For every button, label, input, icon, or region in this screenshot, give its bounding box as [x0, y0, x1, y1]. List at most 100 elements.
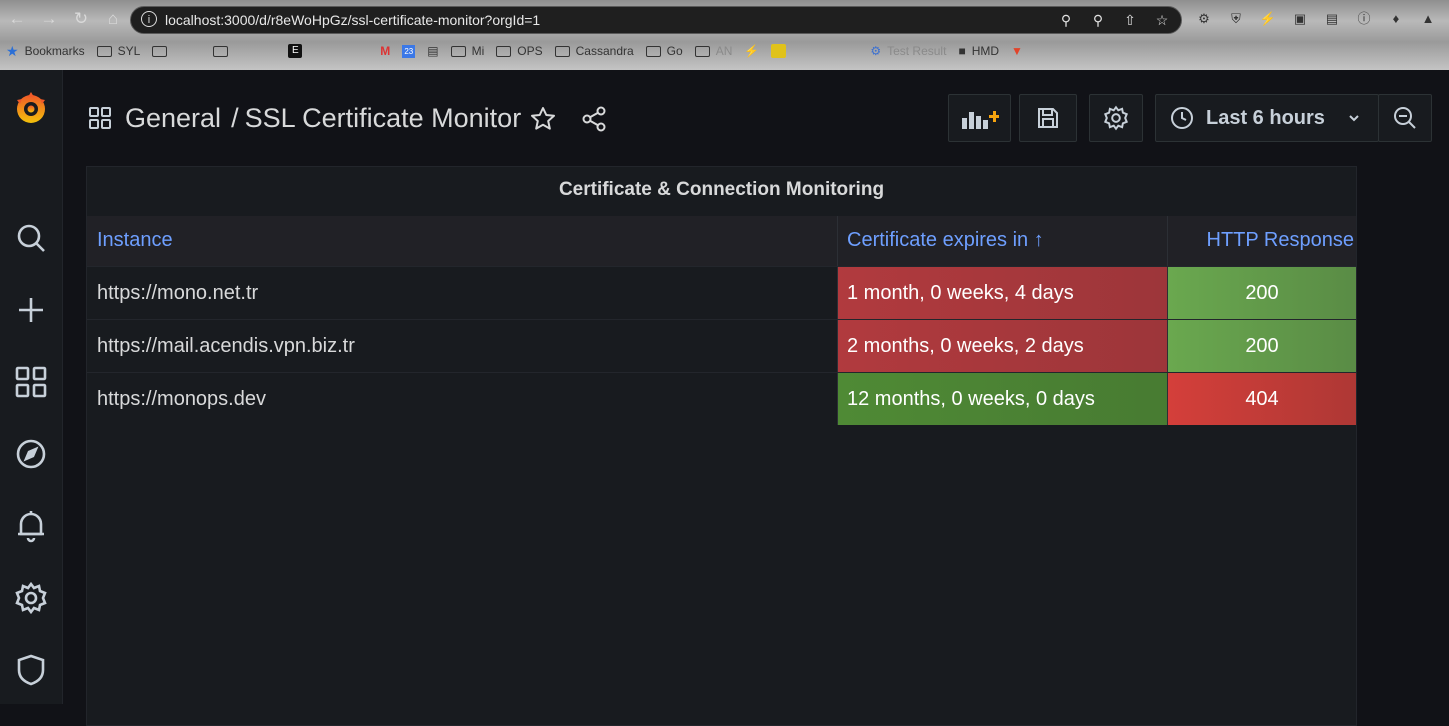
zoom-out-button[interactable] — [1378, 94, 1432, 142]
share-page-icon[interactable]: ⇧ — [1121, 11, 1139, 29]
star-icon: ★ — [6, 42, 19, 59]
server-admin-shield-icon[interactable] — [0, 650, 62, 690]
page-title[interactable]: SSL Certificate Monitor — [245, 103, 522, 133]
bolt-icon: ⚡ — [744, 44, 760, 58]
shield-extension-icon[interactable]: ⛨ — [1227, 10, 1245, 28]
bookmark-label: OPS — [517, 44, 543, 58]
table-row: https://mail.acendis.vpn.biz.tr 2 months… — [87, 319, 1356, 372]
create-plus-icon[interactable] — [0, 290, 62, 330]
bookmark-item[interactable]: E — [288, 44, 303, 58]
breadcrumb-folder[interactable]: General — [125, 103, 221, 133]
folder-icon — [213, 45, 229, 57]
dashboard-topbar: General / SSL Certificate Monitor Last 6 h… — [62, 70, 1449, 166]
bookmark-item[interactable]: ⚡ — [744, 44, 759, 58]
browser-chrome: ← → ↻ ⌂ i localhost:3000/d/r8eWoHpGz/ssl… — [0, 0, 1449, 70]
info-extension-icon[interactable]: ⓘ — [1355, 10, 1373, 28]
zoom-icon[interactable]: ⚲ — [1089, 11, 1107, 29]
panel-title[interactable]: Certificate & Connection Monitoring — [87, 179, 1356, 201]
instance-cell: https://mail.acendis.vpn.biz.tr — [87, 320, 838, 372]
home-icon[interactable]: ⌂ — [102, 8, 124, 30]
bookmark-item[interactable]: 23 — [402, 44, 416, 58]
bookmark-item[interactable]: SYL — [96, 44, 141, 58]
site-info-icon[interactable]: i — [141, 11, 157, 27]
favorite-star-icon[interactable] — [530, 106, 556, 137]
configuration-gear-icon[interactable] — [0, 578, 62, 618]
bookmark-item[interactable] — [213, 45, 229, 57]
table-row: https://mono.net.tr 1 month, 0 weeks, 4 … — [87, 266, 1356, 319]
cast-icon[interactable]: ▣ — [1291, 10, 1309, 28]
save-icon — [1038, 108, 1058, 128]
bookmark-item[interactable]: M — [380, 44, 390, 58]
bookmark-label: Mi — [471, 44, 485, 58]
profile-icon[interactable]: ▲ — [1419, 10, 1437, 28]
bookmark-item[interactable]: Go — [645, 44, 683, 58]
zoom-out-icon — [1394, 107, 1416, 129]
alerting-bell-icon[interactable] — [0, 506, 62, 546]
folder-icon — [694, 45, 710, 57]
http-response-cell: 200 — [1168, 320, 1356, 372]
bolt-extension-icon[interactable]: ⚡ — [1259, 10, 1277, 28]
add-panel-icon — [961, 111, 999, 129]
bookmark-item[interactable]: ⚙ Test Result — [870, 44, 946, 58]
bookmark-label: Test Result — [887, 44, 947, 58]
folder-icon — [96, 45, 112, 57]
bookmark-star-icon[interactable]: ☆ — [1153, 11, 1171, 29]
bookmark-item[interactable] — [771, 44, 787, 58]
instance-cell: https://mono.net.tr — [87, 267, 838, 319]
address-url[interactable]: localhost:3000/d/r8eWoHpGz/ssl-certifica… — [165, 12, 540, 28]
address-bar[interactable]: i localhost:3000/d/r8eWoHpGz/ssl-certifi… — [130, 6, 1182, 34]
folder-icon — [496, 45, 512, 57]
back-icon[interactable]: ← — [6, 8, 28, 30]
time-range-picker[interactable]: Last 6 hours — [1155, 94, 1379, 142]
bookmark-item[interactable]: AN — [694, 44, 733, 58]
forward-icon[interactable]: → — [38, 8, 60, 30]
bookmark-item[interactable]: Mi — [450, 44, 485, 58]
explore-compass-icon[interactable] — [0, 434, 62, 474]
bookmark-label: AN — [715, 44, 733, 58]
puzzle-icon[interactable]: ♦ — [1387, 10, 1405, 28]
bookmark-item[interactable]: ■ HMD — [958, 44, 999, 58]
add-panel-button[interactable] — [948, 94, 1011, 142]
bookmark-item[interactable]: OPS — [496, 44, 543, 58]
column-header-http-response[interactable]: HTTP Response — [1168, 216, 1356, 266]
dashboard-settings-button[interactable] — [1089, 94, 1143, 142]
share-icon[interactable] — [581, 106, 607, 137]
bookmark-item[interactable]: ▼ — [1011, 44, 1023, 58]
grafana-logo-icon[interactable] — [0, 88, 62, 128]
column-header-cert-expiry[interactable]: Certificate expires in ↑ — [838, 216, 1168, 266]
data-table: Instance Certificate expires in ↑ HTTP R… — [87, 216, 1356, 425]
bookmark-label: SYL — [117, 44, 141, 58]
table-header: Instance Certificate expires in ↑ HTTP R… — [87, 216, 1356, 266]
app-icon: E — [288, 44, 303, 58]
gitlab-icon: ▼ — [1011, 44, 1023, 58]
save-dashboard-button[interactable] — [1019, 94, 1077, 142]
time-range-label: Last 6 hours — [1206, 106, 1325, 129]
search-icon[interactable] — [0, 218, 62, 258]
instance-cell: https://monops.dev — [87, 373, 838, 425]
doc-icon: ■ — [958, 44, 966, 58]
bookmark-label: HMD — [971, 44, 1000, 58]
bookmark-item[interactable]: ▤ — [427, 44, 438, 58]
address-bar-actions: ⚲ ⚲ ⇧ ☆ — [1057, 11, 1171, 29]
bookmark-item[interactable]: Cassandra — [554, 44, 634, 58]
reload-icon[interactable]: ↻ — [70, 8, 92, 30]
chevron-down-icon — [1349, 115, 1359, 122]
table-row: https://monops.dev 12 months, 0 weeks, 0… — [87, 372, 1356, 425]
column-header-instance[interactable]: Instance — [87, 216, 838, 266]
dashboards-icon[interactable] — [0, 362, 62, 402]
bookmark-label: Go — [666, 44, 683, 58]
doc-extension-icon[interactable]: ▤ — [1323, 10, 1341, 28]
breadcrumb: General / SSL Certificate Monitor — [125, 103, 521, 134]
folder-icon — [450, 45, 466, 57]
cert-expiry-cell: 12 months, 0 weeks, 0 days — [838, 373, 1168, 425]
bookmark-label: Bookmarks — [24, 44, 85, 58]
bookmark-item[interactable] — [152, 45, 168, 57]
http-response-cell: 200 — [1168, 267, 1356, 319]
key-icon[interactable]: ⚲ — [1057, 11, 1075, 29]
doc-icon: ▤ — [427, 44, 439, 58]
app-icon — [771, 44, 787, 58]
extension-1-icon[interactable]: ⚙ — [1195, 10, 1213, 28]
table-panel: Certificate & Connection Monitoring Inst… — [86, 166, 1357, 726]
settings-gear-icon — [1104, 105, 1128, 131]
bookmark-item[interactable]: ★ Bookmarks — [6, 43, 85, 60]
